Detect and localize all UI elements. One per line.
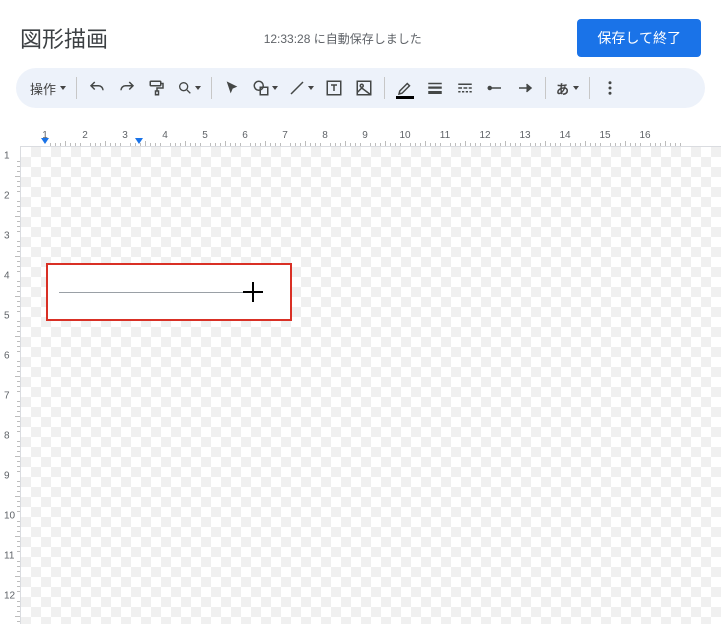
more-menu[interactable] (596, 74, 624, 102)
arrow-start-icon (486, 79, 504, 97)
chevron-down-icon (195, 86, 201, 90)
line-start-button[interactable] (481, 74, 509, 102)
separator (384, 77, 385, 99)
zoom-menu[interactable] (173, 74, 205, 102)
autosave-status: 12:33:28 に自動保存しました (108, 30, 577, 47)
separator (76, 77, 77, 99)
line-weight-icon (426, 79, 444, 97)
separator (545, 77, 546, 99)
line-color-button[interactable] (391, 74, 419, 102)
chevron-down-icon (308, 86, 314, 90)
text-box-button[interactable] (320, 74, 348, 102)
toolbar: 操作 (16, 68, 705, 108)
separator (211, 77, 212, 99)
line-dash-button[interactable] (451, 74, 479, 102)
chevron-down-icon (573, 86, 579, 90)
pen-icon (396, 79, 414, 97)
redo-icon (118, 79, 136, 97)
chevron-down-icon (272, 86, 278, 90)
save-and-close-button[interactable]: 保存して終了 (577, 19, 701, 57)
line-dash-icon (456, 79, 474, 97)
undo-button[interactable] (83, 74, 111, 102)
text-format-menu[interactable]: あ (552, 74, 583, 102)
more-vertical-icon (601, 79, 619, 97)
select-tool[interactable] (218, 74, 246, 102)
line-weight-button[interactable] (421, 74, 449, 102)
actions-menu-label: 操作 (30, 79, 56, 98)
redo-button[interactable] (113, 74, 141, 102)
shape-icon (252, 79, 270, 97)
text-box-icon (325, 79, 343, 97)
zoom-icon (177, 80, 193, 96)
crosshair-cursor (243, 282, 263, 302)
page-title: 図形描画 (20, 22, 108, 54)
line-end-button[interactable] (511, 74, 539, 102)
paint-roller-icon (148, 79, 166, 97)
paint-format-button[interactable] (143, 74, 171, 102)
chevron-down-icon (60, 86, 66, 90)
drawn-line (59, 292, 259, 293)
actions-menu[interactable]: 操作 (26, 74, 70, 102)
shape-menu[interactable] (248, 74, 282, 102)
vertical-ruler: 12345678910111213 (0, 146, 20, 624)
line-icon (288, 79, 306, 97)
image-button[interactable] (350, 74, 378, 102)
text-format-label: あ (556, 79, 569, 98)
undo-icon (88, 79, 106, 97)
separator (589, 77, 590, 99)
line-menu[interactable] (284, 74, 318, 102)
horizontal-ruler: 12345678910111213141516 (20, 128, 721, 146)
image-icon (355, 79, 373, 97)
cursor-icon (224, 80, 240, 96)
drawing-canvas[interactable] (20, 146, 721, 624)
arrow-end-icon (516, 79, 534, 97)
